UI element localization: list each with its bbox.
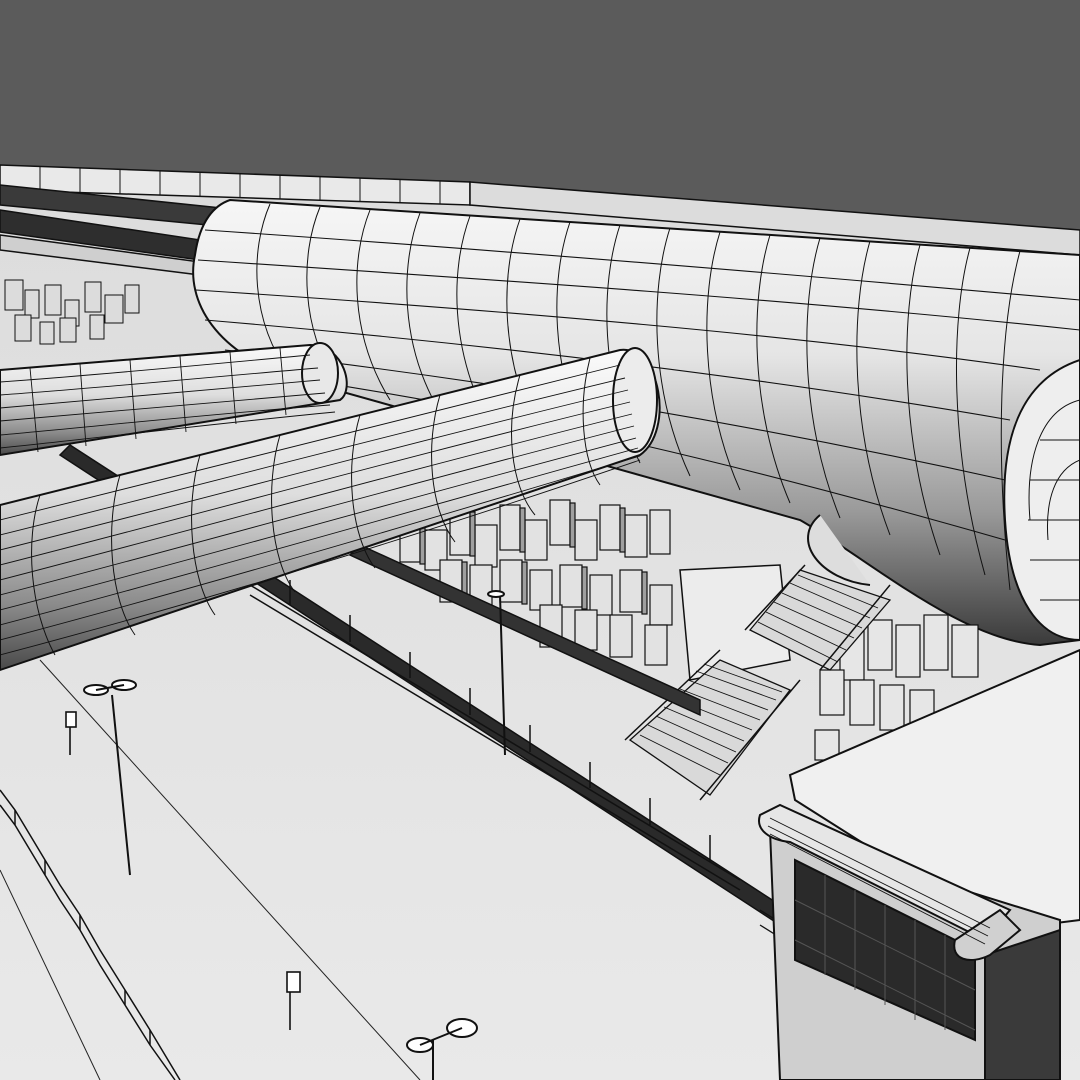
scene-render bbox=[0, 0, 1080, 1080]
scene-root bbox=[0, 0, 1080, 1080]
